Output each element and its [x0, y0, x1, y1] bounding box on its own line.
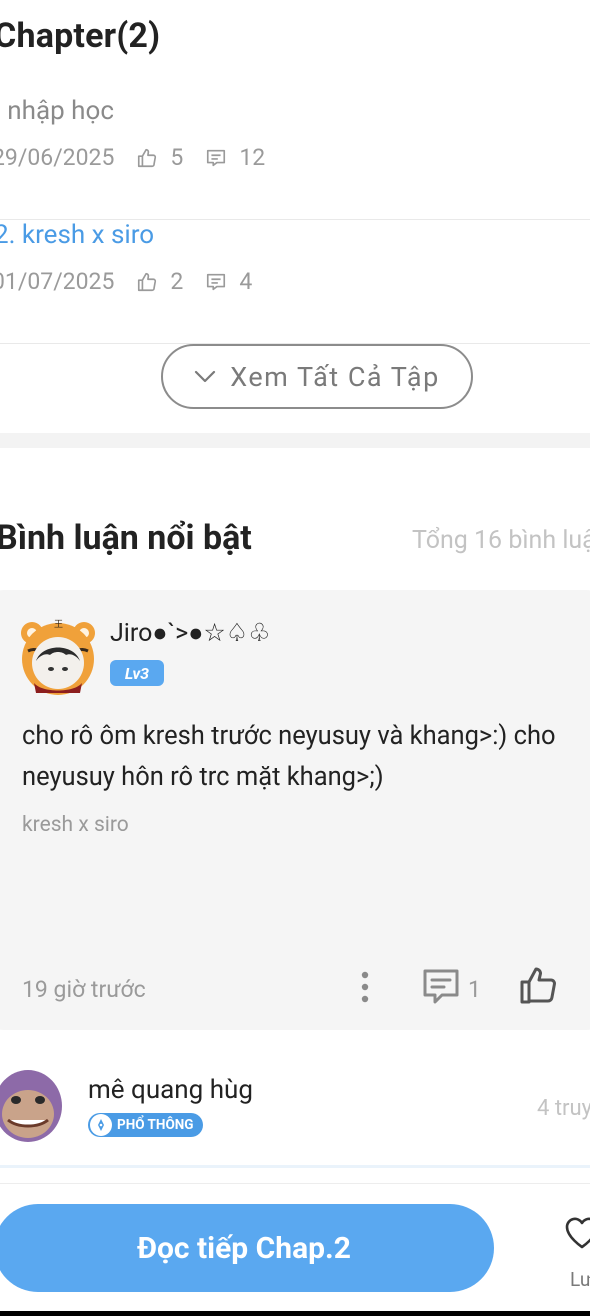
comment-chapter-link[interactable]: kresh x siro	[22, 813, 129, 837]
comment-text: cho rô ôm kresh trước neyusuy và khang>:…	[22, 721, 556, 792]
section-separator	[0, 433, 590, 448]
reply-count: 1	[468, 976, 481, 1003]
chapter-comments: 12	[239, 144, 266, 171]
comment-time: 19 giờ trước	[22, 976, 146, 1003]
chapter-date: 01/07/2025	[0, 268, 115, 295]
chapter-meta: 29/06/2025 5 12	[0, 144, 265, 171]
story-count: 4 truyện	[537, 1096, 590, 1121]
chapter-likes: 2	[170, 268, 184, 295]
chapter-name: . nhập học	[0, 96, 114, 126]
chapter-list-title: Chapter(2)	[0, 16, 161, 56]
comment-username[interactable]: Jiro●`>●☆♤♧	[110, 618, 271, 648]
chevron-down-icon	[195, 370, 216, 382]
rank-badge-label: PHỔ THÔNG	[117, 1117, 194, 1133]
view-all-label: Xem Tất Cả Tập	[230, 360, 440, 393]
comment-username[interactable]: mê quang hùg	[88, 1075, 253, 1105]
comment-icon	[205, 271, 227, 293]
thumbs-up-icon[interactable]	[516, 964, 560, 1008]
comment-icon	[205, 147, 227, 169]
screen-edge	[0, 1311, 590, 1316]
chapter-likes: 5	[170, 144, 184, 171]
avatar[interactable]	[0, 1070, 62, 1142]
view-all-chapters-button[interactable]: Xem Tất Cả Tập	[161, 344, 473, 409]
card-edge	[0, 1165, 590, 1168]
chapter-item[interactable]: 2. kresh x siro 01/07/2025 2 4	[0, 220, 590, 344]
chapter-comments: 4	[239, 268, 253, 295]
section-title: Bình luận nổi bật	[0, 518, 252, 558]
thumbs-up-icon	[136, 147, 158, 169]
level-badge: Lv3	[110, 660, 164, 686]
rank-badge: PHỔ THÔNG	[88, 1113, 203, 1137]
total-comments-link[interactable]: Tổng 16 bình luận	[412, 526, 590, 555]
save-label[interactable]: Lưu	[570, 1268, 590, 1291]
avatar[interactable]: 王	[18, 617, 98, 697]
heart-icon[interactable]	[562, 1213, 590, 1253]
svg-text:王: 王	[54, 619, 63, 630]
pen-icon	[90, 1114, 112, 1136]
chapter-item[interactable]: . nhập học 29/06/2025 5 12	[0, 96, 590, 220]
reply-icon[interactable]	[420, 966, 462, 1008]
continue-reading-button[interactable]: Đọc tiếp Chap.2	[0, 1204, 494, 1292]
chapter-name: 2. kresh x siro	[0, 220, 155, 250]
thumbs-up-icon	[136, 271, 158, 293]
more-options-icon[interactable]	[353, 967, 377, 1007]
chapter-meta: 01/07/2025 2 4	[0, 268, 252, 295]
chapter-date: 29/06/2025	[0, 144, 115, 171]
